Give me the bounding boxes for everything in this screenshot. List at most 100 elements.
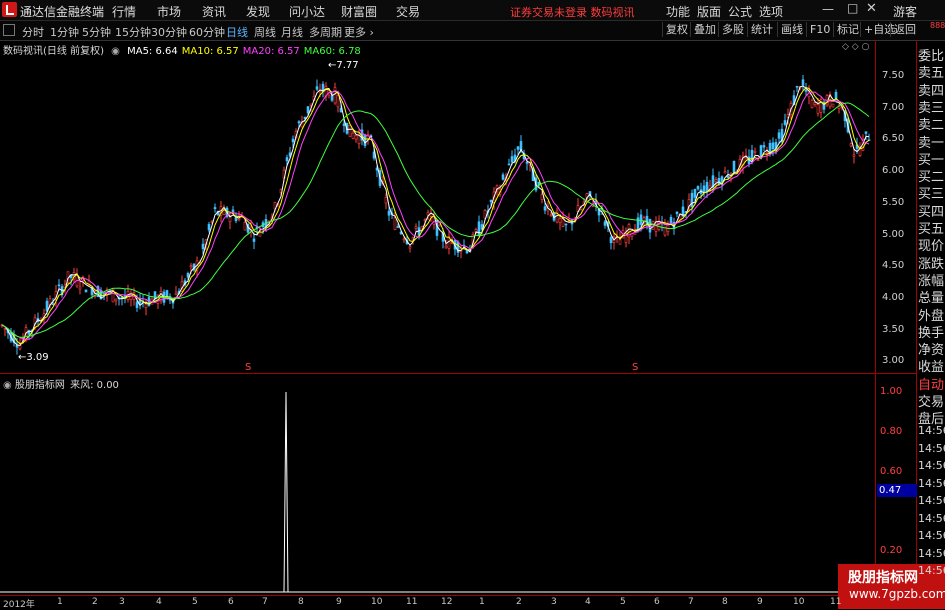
ma-legend-item: MA20: 6.57 [242, 46, 300, 57]
candle-body [693, 188, 697, 198]
menu-item[interactable]: 问小达 [289, 3, 325, 20]
settings-icon[interactable]: ◉ [111, 46, 120, 57]
toggle-panel-icon[interactable] [3, 24, 15, 36]
indicator-chart[interactable] [0, 375, 875, 593]
toolbar-button[interactable]: 叠加 [690, 22, 719, 37]
toolbar-button[interactable]: 画线 [777, 22, 806, 37]
toolbar-button[interactable]: 统计 [747, 22, 776, 37]
close-icon[interactable]: ✕ [866, 1, 877, 16]
candle-body [174, 292, 178, 295]
period-tab[interactable]: 1分钟 [50, 24, 79, 40]
period-tab[interactable]: 周线 [254, 24, 276, 40]
menu-item[interactable]: 行情 [112, 3, 136, 20]
side-panel-item[interactable]: 交易 [918, 391, 945, 410]
menu-item[interactable]: 市场 [157, 3, 181, 20]
side-panel-item: 现价 [918, 239, 945, 255]
period-tab[interactable]: 5分钟 [82, 24, 111, 40]
candle-body [51, 303, 55, 306]
right-menu-item[interactable]: 选项 [759, 3, 783, 20]
stock-title: 数码视讯(日线 前复权) [3, 46, 104, 57]
toolbar-button[interactable]: 返回 [890, 22, 919, 37]
candle-body [354, 135, 358, 140]
menu-item[interactable]: 发现 [246, 3, 270, 20]
candle-body [549, 214, 553, 217]
indicator-title: 股朋指标网 [14, 380, 65, 391]
title-bar [0, 0, 945, 21]
watermark-title: 股朋指标网 [848, 570, 918, 586]
toolbar-button[interactable]: 标记 [833, 22, 862, 37]
signal-marker: S [245, 362, 251, 373]
candle-body [516, 146, 520, 150]
month-tick: 2 [92, 597, 98, 607]
side-panel-item: 换手 [918, 325, 945, 341]
period-tab[interactable]: 15分钟 [115, 24, 151, 40]
period-tab[interactable]: 30分钟 [151, 24, 187, 40]
ma-line [1, 90, 870, 340]
menu-item[interactable]: 资讯 [202, 3, 226, 20]
candle-body [102, 293, 106, 295]
panel-divider [916, 40, 917, 595]
user-label[interactable]: 游客 [893, 3, 917, 20]
month-tick: 10 [371, 597, 383, 607]
menu-item[interactable]: 财富圈 [341, 3, 377, 20]
candle-body [114, 298, 118, 302]
candle-body [696, 186, 700, 190]
side-panel-item: 收益 [918, 360, 945, 376]
month-tick: 5 [192, 597, 198, 607]
candle-body [297, 121, 301, 124]
candle-body [762, 145, 766, 148]
expand-icon[interactable]: ◇ ◇ ○ [842, 42, 869, 52]
candle-body [252, 238, 256, 242]
candle-body [501, 174, 505, 180]
indicator-tick: 0.80 [880, 426, 903, 437]
month-tick: 7 [688, 597, 694, 607]
right-menu-item[interactable]: 版面 [697, 3, 721, 20]
price-tick: 7.50 [882, 70, 905, 81]
candle-body [165, 290, 169, 296]
month-tick: 8 [722, 597, 728, 607]
period-tab[interactable]: 分时 [22, 24, 44, 40]
candle-body [336, 95, 340, 108]
indicator-tick: 0.20 [880, 545, 903, 556]
menu-item[interactable]: 交易 [396, 3, 420, 20]
side-panel-time: 14:56 [918, 441, 945, 455]
side-panel-item[interactable]: 自动 [918, 374, 945, 393]
period-tab[interactable]: 日线 [226, 24, 248, 40]
candle-body [801, 79, 805, 86]
kline-chart[interactable]: ←7.77 ←3.09 S S [0, 40, 875, 373]
candle-body [57, 284, 61, 287]
month-tick: 2 [516, 597, 522, 607]
candle-body [384, 197, 388, 204]
toolbar-button[interactable]: 复权 [662, 22, 691, 37]
toolbar-button[interactable]: 多股 [718, 22, 747, 37]
restore-icon[interactable]: □ [847, 1, 858, 15]
candle-body [489, 199, 493, 203]
month-tick: 4 [585, 597, 591, 607]
month-tick: 6 [228, 597, 234, 607]
indicator-settings-icon[interactable]: ◉ [3, 380, 12, 391]
divider [0, 373, 917, 374]
period-tab[interactable]: 月线 [281, 24, 303, 40]
watermark-url: www.7gpzb.com [849, 587, 945, 601]
right-menu-item[interactable]: 公式 [728, 3, 752, 20]
ma-line [1, 85, 870, 347]
candle-body [525, 161, 529, 164]
right-menu-item[interactable]: 功能 [666, 3, 690, 20]
axis-divider [875, 40, 876, 595]
candle-body [291, 138, 295, 143]
candle-body [387, 210, 391, 216]
candle-body [426, 212, 430, 216]
toolbar-button[interactable]: F10 [806, 22, 833, 37]
period-tab[interactable]: 60分钟 [189, 24, 225, 40]
indicator-value: 来风: 0.00 [70, 380, 119, 391]
side-panel-item: 买三 [918, 187, 945, 203]
ma-legend-item: MA60: 6.78 [303, 46, 361, 57]
candle-body [243, 222, 247, 231]
candle-body [813, 102, 817, 105]
period-tab[interactable]: 多周期 [309, 24, 342, 40]
period-tab[interactable]: 更多 › [344, 24, 374, 40]
candle-body [135, 301, 139, 308]
candle-body [186, 273, 190, 278]
candle-body [333, 87, 337, 104]
minimize-icon[interactable]: — [822, 2, 834, 16]
